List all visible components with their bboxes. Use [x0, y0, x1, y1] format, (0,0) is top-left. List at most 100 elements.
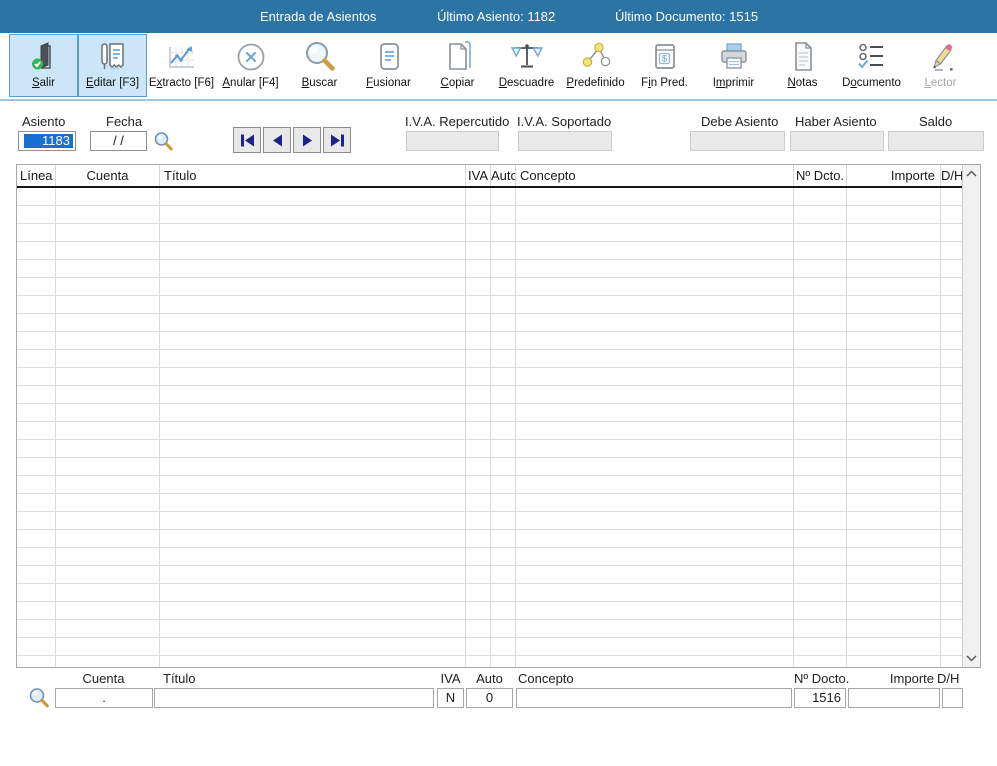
table-cell[interactable] [941, 458, 963, 475]
table-cell[interactable] [516, 314, 794, 331]
table-cell[interactable] [160, 188, 466, 205]
column-header-iva[interactable]: IVA [466, 165, 491, 186]
table-cell[interactable] [56, 404, 160, 421]
table-cell[interactable] [491, 368, 516, 385]
table-cell[interactable] [466, 206, 491, 223]
table-cell[interactable] [516, 260, 794, 277]
table-cell[interactable] [847, 620, 941, 637]
table-row[interactable] [17, 548, 963, 566]
table-cell[interactable] [491, 296, 516, 313]
table-cell[interactable] [56, 260, 160, 277]
table-cell[interactable] [160, 368, 466, 385]
table-cell[interactable] [847, 242, 941, 259]
table-cell[interactable] [17, 656, 56, 667]
table-cell[interactable] [160, 566, 466, 583]
table-row[interactable] [17, 566, 963, 584]
table-cell[interactable] [941, 440, 963, 457]
table-cell[interactable] [941, 566, 963, 583]
table-cell[interactable] [847, 296, 941, 313]
table-cell[interactable] [160, 332, 466, 349]
table-cell[interactable] [17, 296, 56, 313]
toolbar-button-documento[interactable]: Documento [837, 34, 906, 97]
table-cell[interactable] [56, 386, 160, 403]
asiento-input[interactable]: 1183 [18, 131, 76, 151]
table-cell[interactable] [847, 368, 941, 385]
table-cell[interactable] [17, 242, 56, 259]
table-row[interactable] [17, 584, 963, 602]
table-cell[interactable] [17, 566, 56, 583]
toolbar-button-anular[interactable]: Anular [F4] [216, 34, 285, 97]
table-cell[interactable] [491, 422, 516, 439]
table-cell[interactable] [466, 512, 491, 529]
table-cell[interactable] [160, 242, 466, 259]
table-cell[interactable] [941, 494, 963, 511]
table-cell[interactable] [466, 530, 491, 547]
table-cell[interactable] [847, 530, 941, 547]
search-icon[interactable] [153, 131, 174, 155]
table-cell[interactable] [847, 512, 941, 529]
table-cell[interactable] [516, 422, 794, 439]
table-cell[interactable] [847, 386, 941, 403]
table-cell[interactable] [847, 656, 941, 667]
table-cell[interactable] [56, 278, 160, 295]
table-cell[interactable] [17, 332, 56, 349]
table-cell[interactable] [516, 224, 794, 241]
table-cell[interactable] [941, 422, 963, 439]
table-cell[interactable] [516, 656, 794, 667]
table-cell[interactable] [491, 188, 516, 205]
table-cell[interactable] [17, 440, 56, 457]
toolbar-button-notas[interactable]: Notas [768, 34, 837, 97]
table-cell[interactable] [56, 566, 160, 583]
table-cell[interactable] [941, 260, 963, 277]
table-cell[interactable] [17, 224, 56, 241]
table-cell[interactable] [941, 602, 963, 619]
table-cell[interactable] [466, 242, 491, 259]
table-cell[interactable] [160, 386, 466, 403]
table-row[interactable] [17, 350, 963, 368]
table-cell[interactable] [466, 584, 491, 601]
table-row[interactable] [17, 476, 963, 494]
table-cell[interactable] [794, 512, 847, 529]
table-cell[interactable] [516, 350, 794, 367]
table-cell[interactable] [491, 242, 516, 259]
fecha-input[interactable]: / / [90, 131, 147, 151]
table-cell[interactable] [516, 494, 794, 511]
table-cell[interactable] [794, 278, 847, 295]
table-cell[interactable] [56, 584, 160, 601]
table-cell[interactable] [516, 620, 794, 637]
table-cell[interactable] [516, 566, 794, 583]
table-cell[interactable] [794, 296, 847, 313]
table-cell[interactable] [941, 332, 963, 349]
table-cell[interactable] [516, 458, 794, 475]
table-cell[interactable] [847, 314, 941, 331]
table-cell[interactable] [941, 548, 963, 565]
table-cell[interactable] [516, 584, 794, 601]
entry-ndocto-input[interactable]: 1516 [794, 688, 846, 708]
table-cell[interactable] [491, 260, 516, 277]
table-cell[interactable] [516, 278, 794, 295]
table-cell[interactable] [941, 476, 963, 493]
column-header-dh[interactable]: D/H [941, 165, 963, 186]
table-cell[interactable] [516, 188, 794, 205]
table-cell[interactable] [941, 224, 963, 241]
table-cell[interactable] [160, 494, 466, 511]
table-cell[interactable] [466, 548, 491, 565]
table-cell[interactable] [56, 638, 160, 655]
table-cell[interactable] [56, 188, 160, 205]
entry-concepto-input[interactable] [516, 688, 792, 708]
table-cell[interactable] [516, 512, 794, 529]
table-row[interactable] [17, 620, 963, 638]
column-header-linea[interactable]: Línea [17, 165, 56, 186]
table-cell[interactable] [847, 548, 941, 565]
table-cell[interactable] [794, 314, 847, 331]
table-cell[interactable] [847, 332, 941, 349]
table-row[interactable] [17, 602, 963, 620]
table-cell[interactable] [941, 278, 963, 295]
table-cell[interactable] [466, 188, 491, 205]
table-cell[interactable] [491, 440, 516, 457]
toolbar-button-imprimir[interactable]: Imprimir [699, 34, 768, 97]
table-cell[interactable] [17, 386, 56, 403]
table-cell[interactable] [466, 422, 491, 439]
table-cell[interactable] [794, 188, 847, 205]
table-cell[interactable] [941, 404, 963, 421]
